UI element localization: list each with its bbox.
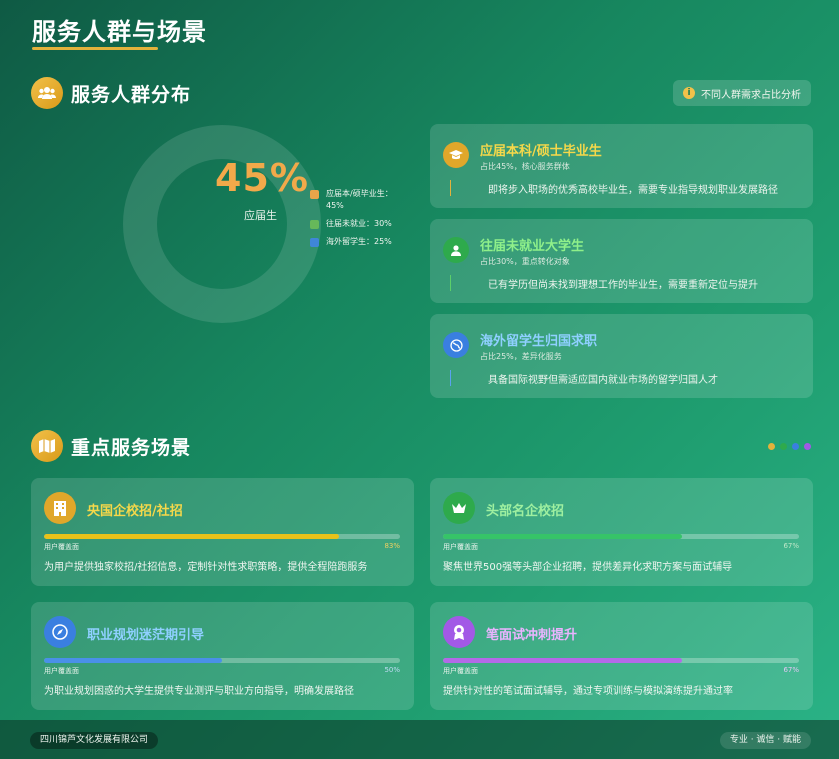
group-title: 往届未就业大学生 [480, 239, 585, 254]
distribution-title: 服务人群分布 [71, 83, 192, 106]
progress-label: 用户覆盖面 [44, 543, 79, 551]
legend-item: 海外留学生：25% [310, 236, 410, 248]
progress-percent: 83% [384, 542, 400, 550]
group-card-overseas[interactable]: 海外留学生归国求职 占比25%，差异化服务 具备国际视野但需适应国内就业市场的留… [430, 314, 813, 398]
progress-percent: 67% [783, 542, 799, 550]
group-meta: 占比30%，重点转化对象 [480, 257, 570, 266]
donut-chart [122, 124, 322, 324]
group-card-past-grads[interactable]: 往届未就业大学生 占比30%，重点转化对象 已有学历但尚未找到理想工作的毕业生，… [430, 219, 813, 303]
info-icon: i [683, 87, 695, 99]
progress-percent: 50% [384, 666, 400, 674]
center-label: 应届生 [244, 209, 277, 222]
progress-track [443, 534, 799, 539]
legend-item: 应届本/硕毕业生：45% [310, 188, 410, 212]
group-title: 应届本科/硕士毕业生 [480, 144, 602, 159]
carousel-dot[interactable] [768, 443, 775, 450]
hint-pill: i 不同人群需求占比分析 [673, 80, 811, 106]
group-card-fresh-grads[interactable]: 应届本科/硕士毕业生 占比45%，核心服务群体 即将步入职场的优秀高校毕业生，需… [430, 124, 813, 208]
scene-desc: 为职业规划困惑的大学生提供专业测评与职业方向指导，明确发展路径 [44, 686, 354, 697]
footer-slogan: 专业 · 诚信 · 赋能 [719, 732, 811, 749]
scenes-title: 重点服务场景 [71, 436, 192, 459]
building-icon [44, 492, 76, 524]
donut-legend: 应届本/硕毕业生：45% 往届未就业：30% 海外留学生：25% [310, 188, 410, 254]
legend-label: 海外留学生：25% [326, 237, 392, 246]
users-icon [31, 77, 63, 109]
legend-item: 往届未就业：30% [310, 218, 410, 230]
group-meta: 占比25%，差异化服务 [480, 352, 562, 361]
hint-text: 不同人群需求占比分析 [701, 89, 801, 101]
scenes-header: 重点服务场景 [31, 430, 191, 462]
progress-label: 用户覆盖面 [443, 667, 478, 675]
page-title: 服务人群与场景 [32, 17, 207, 46]
carousel-dot[interactable] [780, 443, 787, 450]
scene-title: 头部名企校招 [486, 504, 565, 519]
map-icon [31, 430, 63, 462]
group-desc: 已有学历但尚未找到理想工作的毕业生，需要重新定位与提升 [488, 280, 758, 291]
donut-svg [123, 125, 321, 323]
scene-card-top-companies[interactable]: 头部名企校招 用户覆盖面 67% 聚焦世界500强等头部企业招聘，提供差异化求职… [430, 478, 813, 586]
scene-title: 笔面试冲刺提升 [486, 628, 578, 643]
carousel-dot[interactable] [792, 443, 799, 450]
legend-swatch [310, 238, 319, 247]
scene-card-career-planning[interactable]: 职业规划迷茫期引导 用户覆盖面 50% 为职业规划困惑的大学生提供专业测评与职业… [31, 602, 414, 710]
center-value: 45% [215, 156, 309, 200]
progress-track [44, 534, 400, 539]
progress-fill [443, 534, 682, 539]
company-name: 四川锦芦文化发展有限公司 [30, 732, 159, 749]
distribution-header: 服务人群分布 [31, 77, 191, 109]
progress-fill [443, 658, 682, 663]
group-desc: 具备国际视野但需适应国内就业市场的留学归国人才 [488, 375, 718, 386]
scene-title: 职业规划迷茫期引导 [87, 628, 205, 643]
legend-label: 应届本/硕毕业生：45% [326, 189, 393, 210]
award-icon [443, 616, 475, 648]
progress-track [44, 658, 400, 663]
progress-label: 用户覆盖面 [44, 667, 79, 675]
carousel-dot[interactable] [804, 443, 811, 450]
group-desc: 即将步入职场的优秀高校毕业生，需要专业指导规划职业发展路径 [488, 185, 778, 196]
user-icon [443, 237, 469, 263]
scene-desc: 为用户提供独家校招/社招信息，定制针对性求职策略，提供全程陪跑服务 [44, 562, 368, 573]
group-accent-bar [450, 275, 451, 291]
group-title: 海外留学生归国求职 [480, 334, 598, 349]
scene-desc: 提供针对性的笔试面试辅导，通过专项训练与模拟演练提升通过率 [443, 686, 733, 697]
group-meta: 占比45%，核心服务群体 [480, 162, 570, 171]
legend-swatch [310, 220, 319, 229]
scene-title: 央国企校招/社招 [87, 504, 183, 519]
progress-fill [44, 534, 340, 539]
progress-track [443, 658, 799, 663]
graduation-cap-icon [443, 142, 469, 168]
group-accent-bar [450, 370, 451, 386]
legend-label: 往届未就业：30% [326, 219, 392, 228]
scene-desc: 聚焦世界500强等头部企业招聘，提供差异化求职方案与面试辅导 [443, 562, 733, 573]
carousel-dots [763, 443, 811, 450]
footer: 四川锦芦文化发展有限公司 专业 · 诚信 · 赋能 [0, 720, 839, 759]
scene-card-interview-prep[interactable]: 笔面试冲刺提升 用户覆盖面 67% 提供针对性的笔试面试辅导，通过专项训练与模拟… [430, 602, 813, 710]
group-accent-bar [450, 180, 451, 196]
title-underline [32, 47, 158, 50]
globe-icon [443, 332, 469, 358]
scene-card-soe[interactable]: 央国企校招/社招 用户覆盖面 83% 为用户提供独家校招/社招信息，定制针对性求… [31, 478, 414, 586]
legend-swatch [310, 190, 319, 199]
progress-percent: 67% [783, 666, 799, 674]
compass-icon [44, 616, 76, 648]
crown-icon [443, 492, 475, 524]
progress-fill [44, 658, 222, 663]
progress-label: 用户覆盖面 [443, 543, 478, 551]
